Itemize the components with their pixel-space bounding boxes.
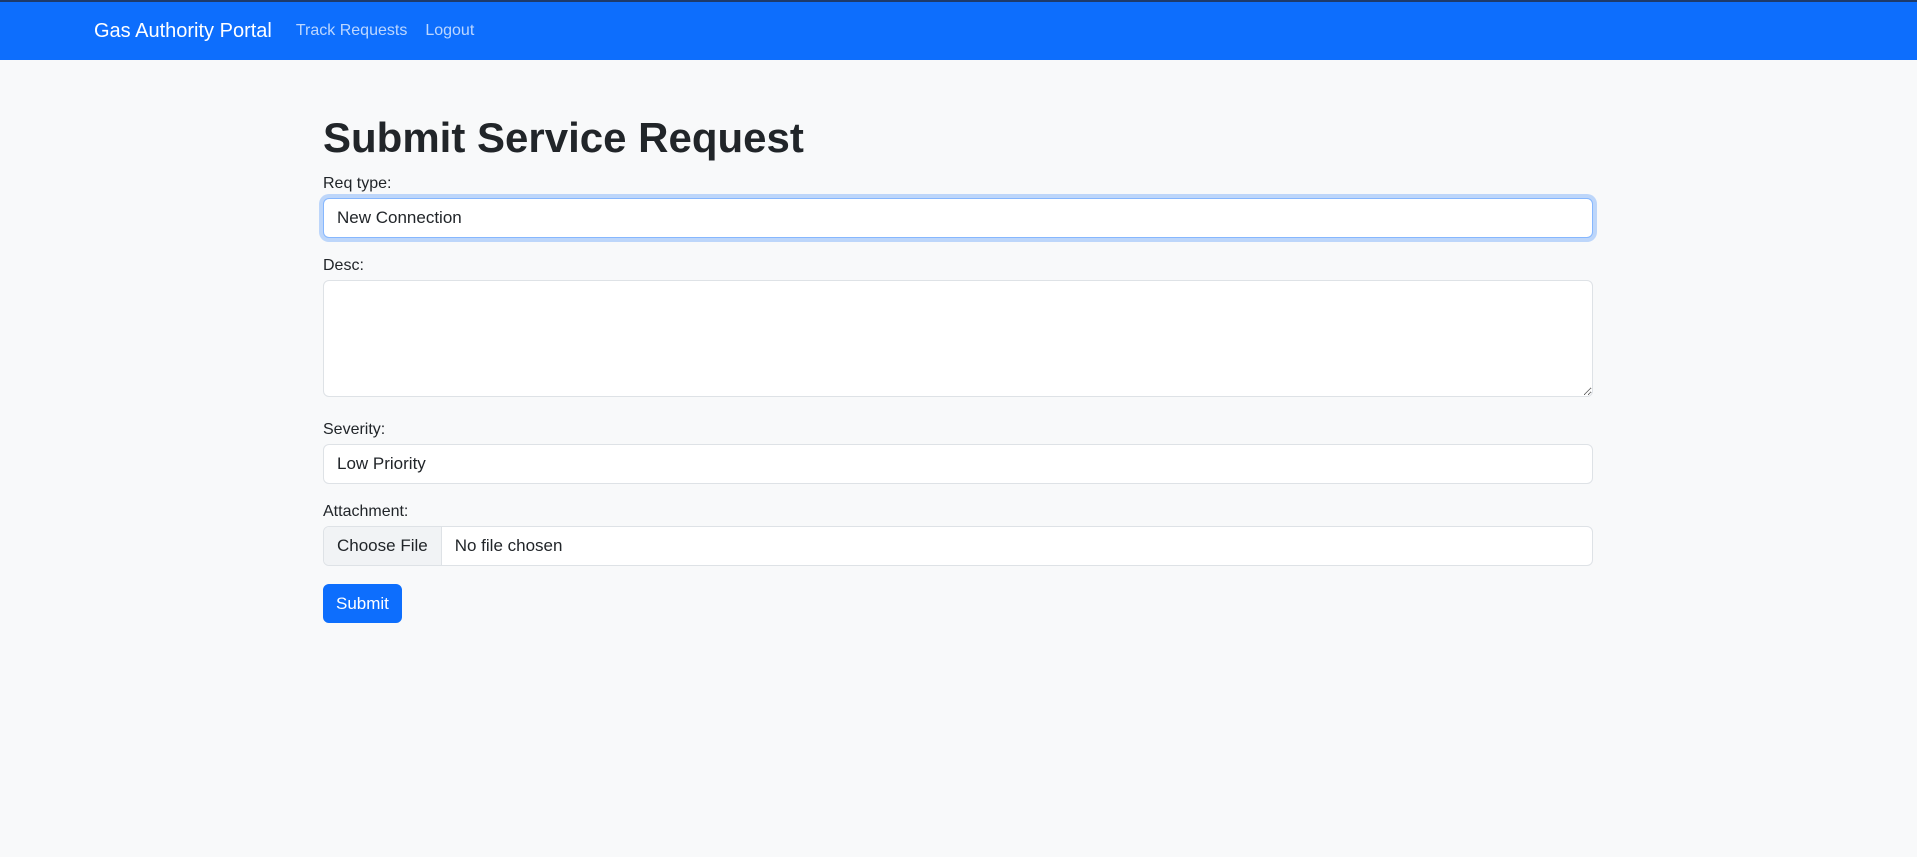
main-content: Submit Service Request Req type: Desc: S… (323, 110, 1593, 623)
choose-file-button[interactable]: Choose File (324, 527, 442, 565)
nav-link-logout[interactable]: Logout (425, 22, 474, 40)
req-type-input[interactable] (323, 198, 1593, 238)
severity-label: Severity: (323, 421, 386, 438)
req-type-label: Req type: (323, 175, 392, 192)
severity-input[interactable] (323, 444, 1593, 484)
brand-link[interactable]: Gas Authority Portal (94, 20, 272, 43)
desc-textarea[interactable] (323, 280, 1593, 397)
attachment-file-input[interactable]: Choose File No file chosen (323, 526, 1593, 566)
file-status-text: No file chosen (454, 536, 563, 555)
attachment-label: Attachment: (323, 503, 409, 520)
page-title: Submit Service Request (323, 114, 804, 161)
desc-label: Desc: (323, 257, 364, 274)
nav-link-track-requests[interactable]: Track Requests (296, 22, 407, 40)
submit-button[interactable]: Submit (323, 584, 402, 623)
service-request-form: Req type: Desc: Severity: Attachment: Ch… (323, 172, 1593, 623)
top-navbar: Gas Authority Portal Track Requests Logo… (0, 0, 1917, 60)
